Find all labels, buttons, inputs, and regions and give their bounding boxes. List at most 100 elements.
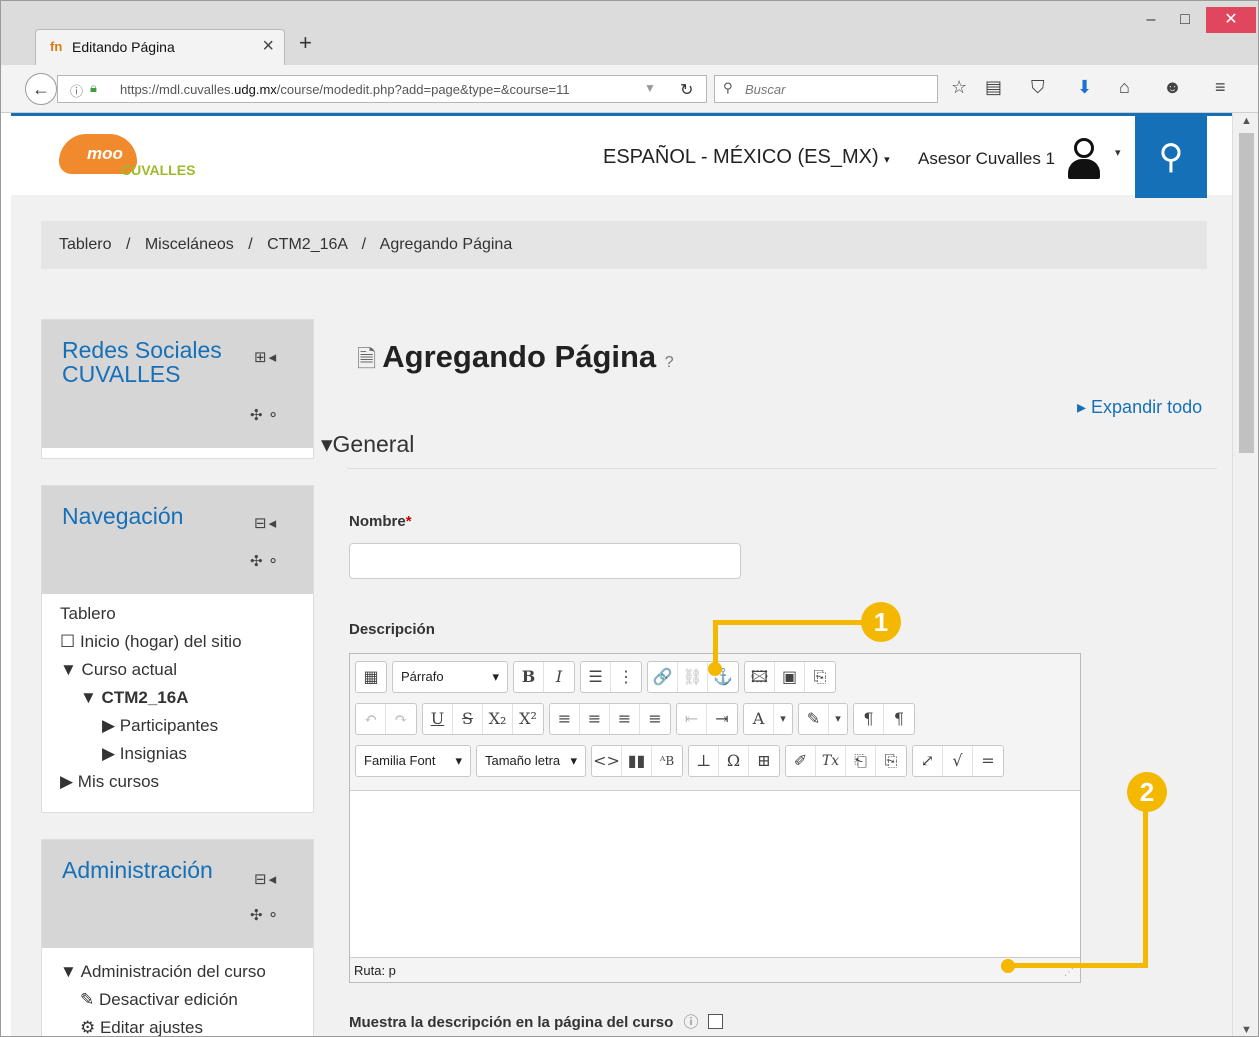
redo-icon[interactable]: ↷ [386,704,416,734]
block-dock-icon[interactable]: ⊞◂ [254,348,278,366]
font-family-select[interactable]: Familia Font ▾ [356,746,470,776]
move-icon[interactable]: ✣ ⚬ [250,906,279,924]
block-collapse-icon[interactable]: ⊟◂ [254,514,278,532]
toolbar-collapse-icon[interactable]: = [973,746,1003,776]
site-logo[interactable]: moo CUVALLES [59,132,199,182]
scroll-up-icon[interactable]: ▲ [1241,115,1252,127]
paragraph-select[interactable]: Párrafo ▾ [393,662,507,692]
background-color-icon[interactable]: ✎ [799,704,829,734]
nav-item-tablero[interactable]: Tablero [60,600,313,628]
minimize-button[interactable]: – [1137,7,1165,33]
clear-format-icon[interactable]: Tx [816,746,846,776]
url-dropdown-icon[interactable]: ▼ [644,81,656,95]
subscript-button[interactable]: X₂ [483,704,513,734]
table-icon[interactable]: ⊞ [749,746,779,776]
chevron-down-icon[interactable]: ▾ [774,704,792,734]
outdent-icon[interactable]: ⇤ [677,704,707,734]
block-title[interactable]: Redes Sociales CUVALLES [62,338,222,386]
align-right-icon[interactable]: ≡ [610,704,640,734]
nav-item-participantes[interactable]: ▶ Participantes [60,712,313,740]
indent-icon[interactable]: ⇥ [707,704,737,734]
admin-item-desactivar[interactable]: ✎ Desactivar edición [60,986,313,1014]
new-tab-button[interactable]: + [299,30,312,56]
reading-list-icon[interactable]: ▤ [985,77,1002,98]
nav-item-inicio[interactable]: ☐ Inicio (hogar) del sitio [60,628,313,656]
browser-search-field[interactable]: ⚲ Buscar [714,75,938,103]
nav-item-course[interactable]: ▼ CTM2_16A [60,684,313,712]
browser-tab[interactable]: fn Editando Página × [35,29,285,65]
find-icon[interactable]: ▮▮ [622,746,652,776]
menu-icon[interactable]: ≡ [1215,77,1226,98]
scrollbar-thumb[interactable] [1239,133,1254,453]
resize-grip-icon[interactable]: ⋰ [1064,967,1074,978]
chat-icon[interactable]: ☻ [1163,77,1182,98]
underline-button[interactable]: U [423,704,453,734]
breadcrumb-item[interactable]: Misceláneos [145,236,234,253]
strikethrough-button[interactable]: S [453,704,483,734]
address-bar[interactable]: ⓘ 🔒︎ https://mdl.cuvalles.udg.mx/course/… [57,75,707,103]
help-icon[interactable]: ? [665,354,674,371]
language-menu[interactable]: ESPAÑOL - MÉXICO (ES_MX) ▾ [603,146,890,169]
back-button[interactable]: ← [25,73,57,105]
block-collapse-icon[interactable]: ⊟◂ [254,870,278,888]
scroll-down-icon[interactable]: ▼ [1241,1024,1252,1036]
site-search-button[interactable]: ⚲ [1135,116,1207,198]
bookmark-star-icon[interactable]: ☆ [951,77,967,98]
text-color-icon[interactable]: A [744,704,774,734]
nav-item-mis-cursos[interactable]: ▶ Mis cursos [60,768,313,796]
paste-text-icon[interactable]: ⎗ [846,746,876,776]
toolbar-toggle-icon[interactable]: ▦ [356,662,386,692]
undo-icon[interactable]: ↶ [356,704,386,734]
admin-item-editar[interactable]: ⚙ Editar ajustes [60,1014,313,1036]
italic-button[interactable]: I [544,662,574,692]
home-icon[interactable]: ⌂ [1119,77,1130,98]
bullet-list-icon[interactable]: ☰ [581,662,611,692]
info-icon[interactable]: ⓘ [70,81,83,100]
case-icon[interactable]: ᴬB [652,746,682,776]
expand-all-link[interactable]: ▸ Expandir todo [1077,397,1202,418]
user-menu-caret-icon[interactable]: ▾ [1115,146,1121,159]
align-center-icon[interactable]: ≡ [580,704,610,734]
link-icon[interactable]: 🔗 [648,662,678,692]
justify-icon[interactable]: ≡ [640,704,670,734]
download-icon[interactable]: ⬇ [1077,77,1092,98]
editor-content-area[interactable] [350,790,1080,958]
name-input[interactable] [349,543,741,579]
nav-item-curso-actual[interactable]: ▼ Curso actual [60,656,313,684]
unlink-icon[interactable]: ⛓ [678,662,708,692]
show-description-checkbox[interactable] [707,1014,723,1029]
manage-files-icon[interactable]: ⎘ [805,662,835,692]
pocket-icon[interactable]: ⛉ [1031,77,1045,98]
align-left-icon[interactable]: ≡ [550,704,580,734]
nav-item-insignias[interactable]: ▶ Insignias [60,740,313,768]
reload-icon[interactable]: ↻ [680,80,693,100]
block-title[interactable]: Administración [62,858,213,882]
maximize-button[interactable]: □ [1171,7,1199,33]
horizontal-rule-icon[interactable]: ⊥ [689,746,719,776]
breadcrumb-item[interactable]: Agregando Página [380,236,513,253]
close-window-button[interactable]: ✕ [1206,7,1256,33]
ltr-icon[interactable]: ¶ [854,704,884,734]
cleanup-icon[interactable]: ✐ [786,746,816,776]
breadcrumb-item[interactable]: CTM2_16A [267,236,347,253]
section-general-toggle[interactable]: ▾General [321,431,414,458]
help-icon[interactable]: ⓘ [683,1014,698,1031]
breadcrumb-item[interactable]: Tablero [59,236,111,253]
code-icon[interactable]: <> [592,746,622,776]
image-icon[interactable]: 🖾 [745,662,775,692]
chevron-down-icon[interactable]: ▾ [829,704,847,734]
user-name[interactable]: Asesor Cuvalles 1 [918,149,1055,169]
paste-word-icon[interactable]: ⎘ [876,746,906,776]
fullscreen-icon[interactable]: ⤢ [913,746,943,776]
numbered-list-icon[interactable]: ⋮ [611,662,641,692]
font-size-select[interactable]: Tamaño letra ▾ [477,746,585,776]
admin-item-curso[interactable]: ▼ Administración del curso [60,958,313,986]
rtl-icon[interactable]: ¶ [884,704,914,734]
tab-close-icon[interactable]: × [262,35,274,58]
superscript-button[interactable]: X² [513,704,543,734]
avatar[interactable] [1065,136,1105,180]
block-title[interactable]: Navegación [62,504,183,528]
special-char-icon[interactable]: Ω [719,746,749,776]
move-icon[interactable]: ✣ ⚬ [250,552,279,570]
move-icon[interactable]: ✣ ⚬ [250,406,279,424]
